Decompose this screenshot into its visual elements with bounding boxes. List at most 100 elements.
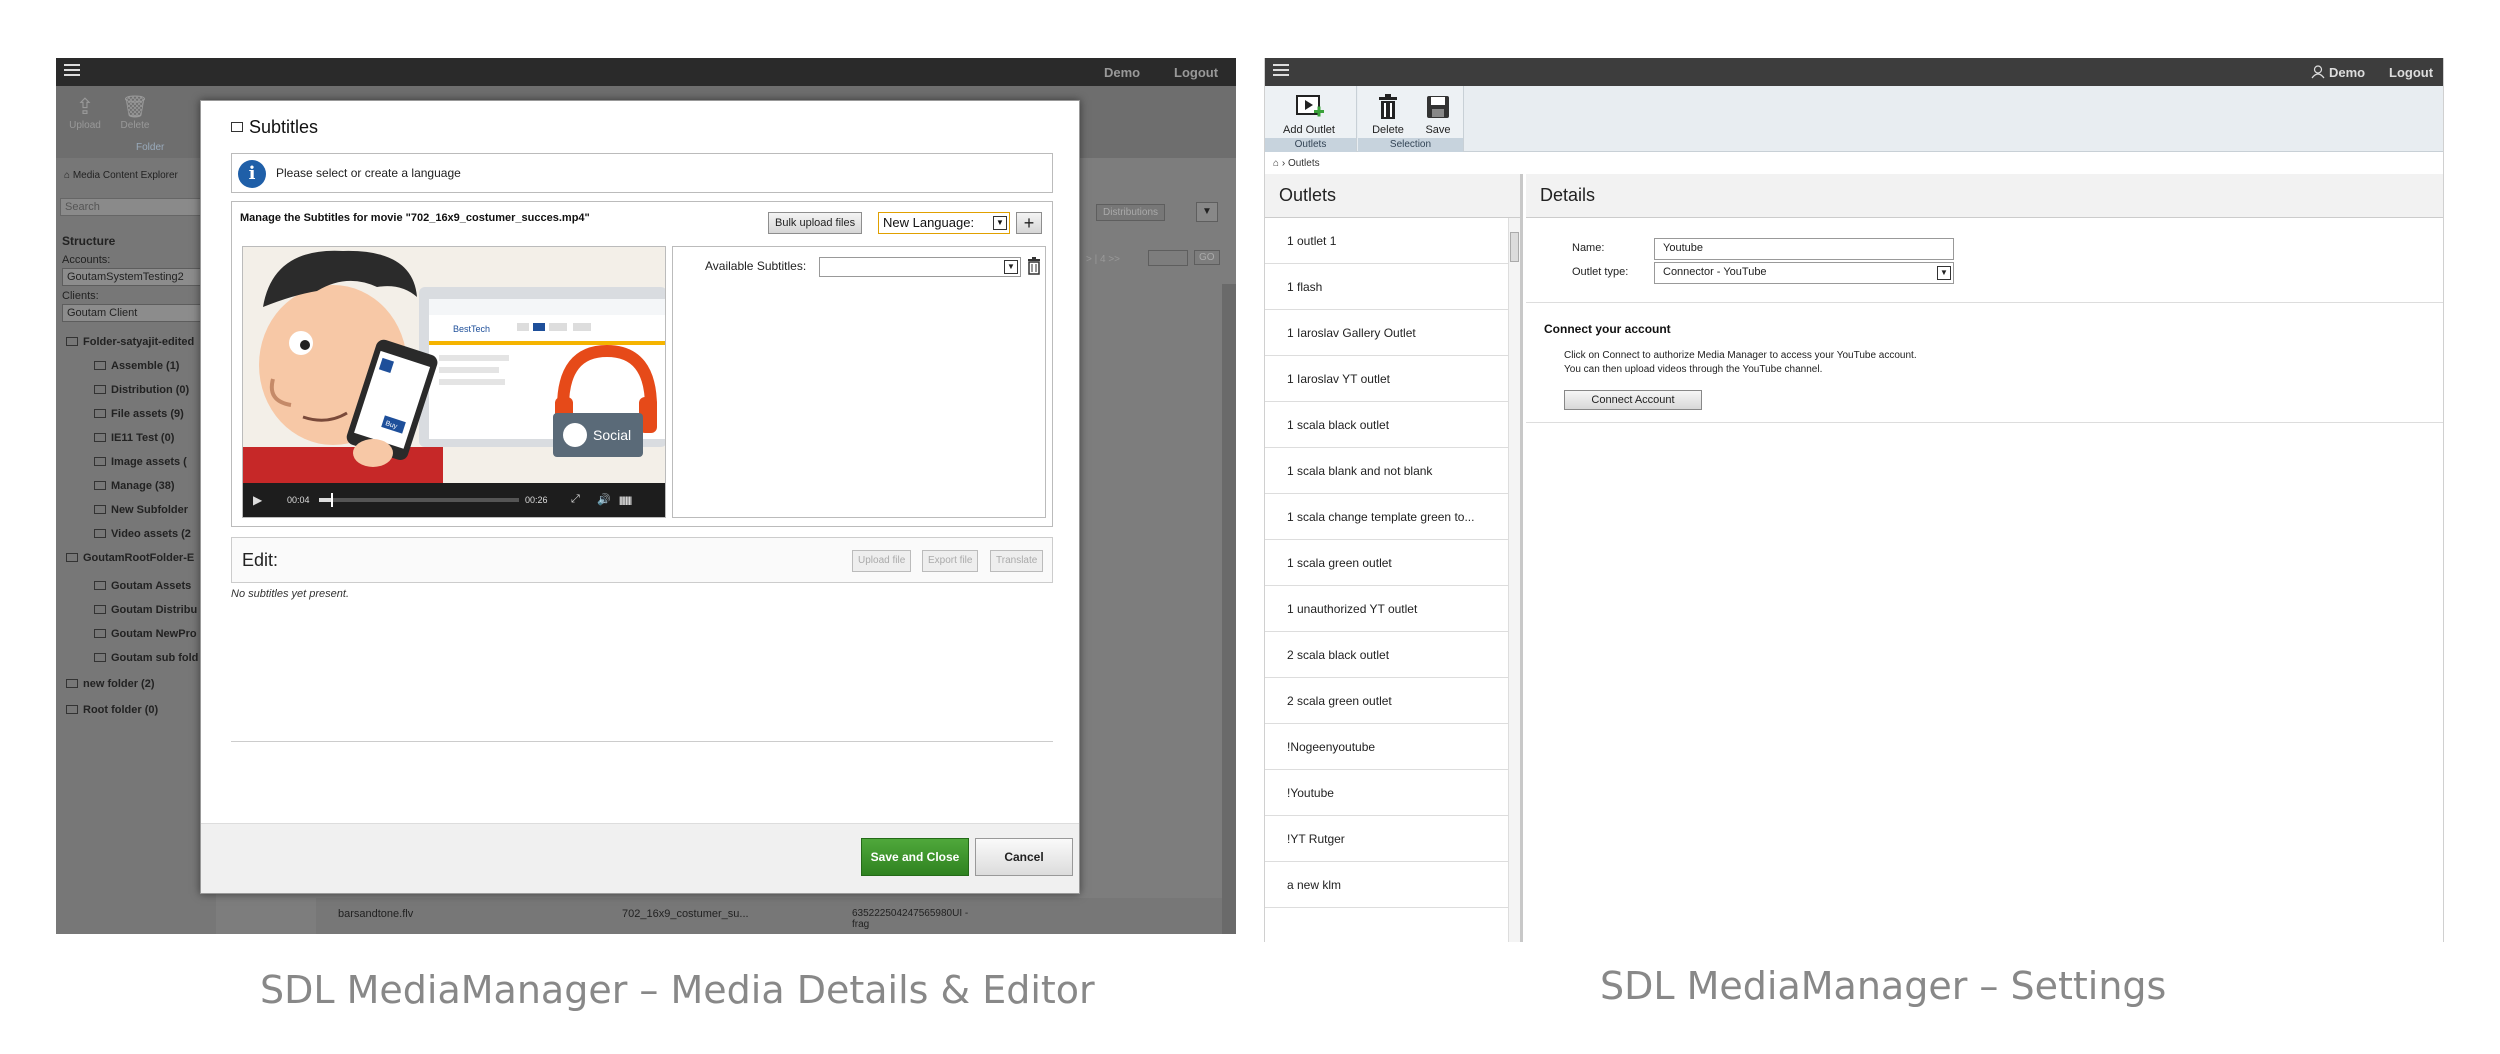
tree-folder[interactable]: GoutamRootFolder-E bbox=[66, 552, 196, 564]
media-name-2[interactable]: 702_16x9_costumer_su... bbox=[622, 908, 749, 920]
dialog-title: Subtitles bbox=[231, 117, 318, 138]
social-text: Social bbox=[593, 427, 631, 443]
trash-icon[interactable] bbox=[1027, 257, 1041, 275]
upload-label: Upload bbox=[69, 120, 101, 131]
translate-button[interactable]: Translate bbox=[990, 550, 1044, 572]
delete-button[interactable]: 🗑 Delete bbox=[116, 94, 154, 131]
save-button[interactable]: Save bbox=[1416, 94, 1460, 136]
menu-icon[interactable] bbox=[64, 64, 80, 78]
subtitles-dialog: Subtitles i Please select or create a la… bbox=[200, 100, 1080, 894]
chevron-down-icon: ▼ bbox=[993, 216, 1007, 230]
media-name-1[interactable]: barsandtone.flv bbox=[338, 908, 413, 920]
folder-icon bbox=[94, 629, 106, 638]
go-button[interactable]: GO bbox=[1194, 250, 1220, 265]
account-select[interactable]: GoutamSystemTesting2 bbox=[62, 268, 210, 286]
add-language-button[interactable]: + bbox=[1016, 212, 1042, 234]
name-input[interactable]: Youtube bbox=[1654, 238, 1954, 260]
available-subtitles-select[interactable]: ▼ bbox=[819, 257, 1021, 277]
scrollbar[interactable] bbox=[1222, 284, 1236, 934]
video-player[interactable]: BestTech Social Buy ▶ 00:04 00:26 ⤢ 🔊 ||… bbox=[242, 246, 666, 518]
user-name[interactable]: Demo bbox=[1104, 65, 1140, 80]
play-icon[interactable]: ▶ bbox=[253, 493, 262, 507]
breadcrumb-outlets[interactable]: Outlets bbox=[1288, 158, 1320, 169]
tree-folder-label: IE11 Test (0) bbox=[111, 432, 175, 444]
outlet-list-item[interactable]: 1 scala black outlet bbox=[1265, 402, 1511, 448]
info-text: Please select or create a language bbox=[276, 166, 461, 180]
tree-folder-label: New Subfolder bbox=[111, 504, 189, 516]
logout-link[interactable]: Logout bbox=[1174, 65, 1218, 80]
logout-link[interactable]: Logout bbox=[2389, 65, 2433, 80]
outlet-list-item[interactable]: 1 scala change template green to... bbox=[1265, 494, 1511, 540]
outlet-list-item[interactable]: 2 scala black outlet bbox=[1265, 632, 1511, 678]
outlets-header: Outlets bbox=[1265, 174, 1520, 218]
volume-icon[interactable]: 🔊 bbox=[597, 493, 611, 506]
media-editor-screenshot: Demo Logout ⇪ Upload 🗑 Delete Folder ⌂ M… bbox=[56, 58, 1236, 934]
delete-label: Delete bbox=[1372, 124, 1404, 136]
new-language-select[interactable]: New Language: ▼ bbox=[878, 212, 1010, 234]
edit-bar: Edit: Upload file Export file Translate bbox=[231, 537, 1053, 583]
folder-icon bbox=[94, 653, 106, 662]
scroll-thumb[interactable] bbox=[1510, 232, 1519, 262]
media-name-3[interactable]: 635222504247565980UI - frag bbox=[852, 908, 982, 930]
group-selection-label: Selection bbox=[1358, 138, 1463, 152]
trash-icon: 🗑 bbox=[121, 94, 149, 119]
outlet-list-item[interactable]: 1 Iaroslav YT outlet bbox=[1265, 356, 1511, 402]
bulk-upload-button[interactable]: Bulk upload files bbox=[768, 212, 863, 234]
seek-bar[interactable] bbox=[319, 493, 519, 507]
current-time: 00:04 bbox=[287, 495, 310, 505]
save-icon bbox=[1427, 96, 1449, 118]
distributions-button[interactable]: Distributions bbox=[1096, 204, 1166, 221]
breadcrumb-label[interactable]: Media Content Explorer bbox=[73, 170, 178, 181]
outlet-list-item[interactable]: 2 scala green outlet bbox=[1265, 678, 1511, 724]
save-and-close-button[interactable]: Save and Close bbox=[861, 838, 969, 876]
outlet-list-item[interactable]: 1 unauthorized YT outlet bbox=[1265, 586, 1511, 632]
tree-folder-label: Video assets (2 bbox=[111, 528, 191, 540]
outlet-list-item[interactable]: 1 scala green outlet bbox=[1265, 540, 1511, 586]
home-icon[interactable]: ⌂ bbox=[1273, 158, 1279, 169]
outlets-scrollbar[interactable] bbox=[1508, 218, 1520, 942]
tree-folder[interactable]: Folder-satyajit-edited bbox=[66, 336, 196, 348]
outlet-list-item[interactable]: !YT Rutger bbox=[1265, 816, 1511, 862]
outlet-list-item[interactable]: !Youtube bbox=[1265, 770, 1511, 816]
outlet-list-item[interactable]: !Nogeenyoutube bbox=[1265, 724, 1511, 770]
pager[interactable]: > | 4 >> bbox=[1086, 254, 1120, 265]
outlets-panel: Outlets 1 outlet 11 flash 1 Iaroslav Gall… bbox=[1265, 174, 1523, 942]
available-subtitles-area: Available Subtitles: ▼ bbox=[672, 246, 1046, 518]
client-select[interactable]: Goutam Client bbox=[62, 304, 210, 322]
outlet-list-item[interactable]: 1 scala blank and not blank bbox=[1265, 448, 1511, 494]
tree-folder[interactable]: new folder (2) bbox=[66, 678, 196, 690]
video-frame: BestTech Social Buy bbox=[243, 247, 665, 485]
export-file-button[interactable]: Export file bbox=[922, 550, 979, 572]
clients-label: Clients: bbox=[62, 290, 99, 302]
details-header: Details bbox=[1526, 174, 2443, 218]
connect-account-button[interactable]: Connect Account bbox=[1564, 390, 1702, 410]
upload-file-button[interactable]: Upload file bbox=[852, 550, 912, 572]
minimize-icon[interactable] bbox=[231, 122, 243, 132]
tree-folder[interactable]: Root folder (0) bbox=[66, 704, 196, 716]
settings-screenshot: Demo Logout Add Outlet Outlets Delete Sa… bbox=[1264, 58, 2444, 942]
user-name[interactable]: Demo bbox=[2329, 65, 2365, 80]
add-outlet-button[interactable]: Add Outlet bbox=[1279, 94, 1339, 136]
tree-folder-label: Image assets ( bbox=[111, 456, 187, 468]
tree-folder-label: Folder-satyajit-edited bbox=[83, 336, 195, 348]
brand-text: BestTech bbox=[453, 324, 490, 334]
search-input[interactable]: Search bbox=[60, 198, 210, 216]
delete-button[interactable]: Delete bbox=[1366, 94, 1410, 136]
page-input[interactable] bbox=[1148, 250, 1188, 266]
outlet-list-item[interactable]: a new klm bbox=[1265, 862, 1511, 908]
tree-folder-label: new folder (2) bbox=[83, 678, 155, 690]
outlet-list-item[interactable]: 1 Iaroslav Gallery Outlet bbox=[1265, 310, 1511, 356]
seek-handle[interactable] bbox=[331, 493, 333, 507]
volume-level-icon[interactable]: |||||||| bbox=[619, 495, 632, 505]
outlet-type-select[interactable]: Connector - YouTube ▼ bbox=[1654, 262, 1954, 284]
filter-icon[interactable]: ▼ bbox=[1196, 202, 1218, 222]
upload-button[interactable]: ⇪ Upload bbox=[66, 94, 104, 131]
media-row: barsandtone.flv 702_16x9_costumer_su... … bbox=[316, 898, 1222, 934]
fullscreen-icon[interactable]: ⤢ bbox=[571, 493, 580, 506]
caption-left: SDL MediaManager – Media Details & Edito… bbox=[260, 968, 1095, 1012]
menu-icon[interactable] bbox=[1273, 64, 1289, 78]
outlet-list-item[interactable]: 1 flash bbox=[1265, 264, 1511, 310]
top-bar: Demo Logout bbox=[56, 58, 1236, 86]
cancel-button[interactable]: Cancel bbox=[975, 838, 1073, 876]
outlet-list-item[interactable]: 1 outlet 1 bbox=[1265, 218, 1511, 264]
